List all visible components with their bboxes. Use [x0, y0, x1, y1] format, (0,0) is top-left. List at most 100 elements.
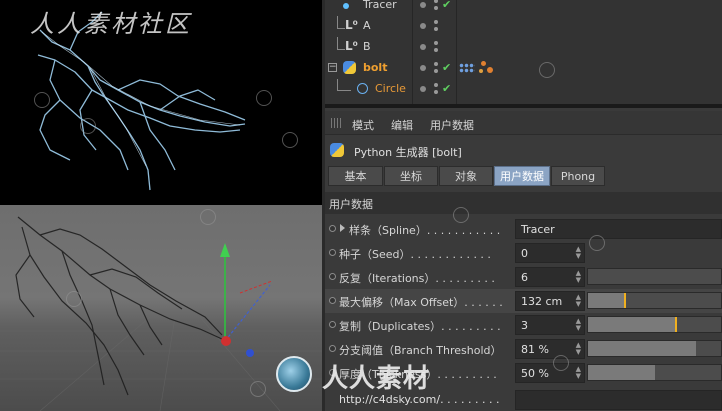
- max-offset-field[interactable]: 132 cm ▲ ▼: [515, 291, 585, 311]
- object-row-b[interactable]: L⁰ B: [325, 37, 722, 58]
- thickness-slider[interactable]: [587, 364, 722, 381]
- seed-value: 0: [521, 247, 528, 260]
- tab-object[interactable]: 对象: [439, 166, 493, 186]
- tracer-icon: [343, 3, 349, 9]
- branch-threshold-slider[interactable]: [587, 340, 722, 357]
- object-name[interactable]: B: [363, 40, 371, 53]
- watermark-stamp: [250, 381, 266, 397]
- attribute-menubar: 模式 编辑 用户数据: [325, 111, 722, 135]
- stepper-icon[interactable]: ▲ ▼: [576, 246, 581, 260]
- tab-user-data[interactable]: 用户数据: [494, 166, 550, 186]
- seed-field[interactable]: 0 ▲ ▼: [515, 243, 585, 263]
- render-dot[interactable]: [434, 83, 438, 87]
- stepper-icon[interactable]: ▲ ▼: [576, 318, 581, 332]
- object-manager: Tracer ✔ L⁰ A L⁰ B − bolt ✔ Circle ✔: [325, 0, 722, 104]
- object-title: Python 生成器 [bolt]: [325, 139, 722, 161]
- slider-handle[interactable]: [674, 317, 677, 332]
- object-name[interactable]: Tracer: [363, 0, 397, 11]
- url-field: [515, 390, 722, 410]
- render-dot[interactable]: [434, 0, 438, 3]
- watermark-logo-text: 人人素材: [322, 364, 431, 394]
- visibility-dot[interactable]: [420, 65, 426, 71]
- tab-bar: 基本 坐标 对象 用户数据 Phong: [325, 164, 722, 188]
- param-iterations: 反复（Iterations）. . . . . . . . . 6 ▲ ▼: [325, 265, 722, 289]
- visibility-dot[interactable]: [420, 44, 426, 50]
- param-label: 反复（Iterations）. . . . . . . . .: [339, 272, 495, 285]
- tag-dots-icon[interactable]: [459, 63, 475, 73]
- stepper-icon[interactable]: ▲ ▼: [576, 270, 581, 284]
- animate-dot-icon[interactable]: [329, 297, 336, 304]
- object-row-tracer[interactable]: Tracer ✔: [325, 0, 722, 16]
- animate-dot-icon[interactable]: [329, 345, 336, 352]
- render-dot[interactable]: [434, 41, 438, 45]
- enabled-check-icon[interactable]: ✔: [442, 0, 451, 11]
- enabled-check-icon[interactable]: ✔: [442, 82, 451, 95]
- menu-user-data[interactable]: 用户数据: [430, 117, 474, 133]
- tab-basic[interactable]: 基本: [328, 166, 383, 186]
- animate-dot-icon[interactable]: [329, 273, 336, 280]
- menu-edit[interactable]: 编辑: [391, 117, 413, 133]
- render-dot[interactable]: [434, 20, 438, 24]
- perspective-scene: [0, 216, 322, 411]
- object-name[interactable]: bolt: [363, 61, 387, 74]
- object-row-bolt[interactable]: − bolt ✔: [325, 58, 722, 79]
- duplicates-value: 3: [521, 319, 528, 332]
- render-dot[interactable]: [434, 62, 438, 66]
- param-label: 样条（Spline）. . . . . . . . . . .: [349, 224, 501, 237]
- slider-handle[interactable]: [624, 293, 627, 308]
- iterations-field[interactable]: 6 ▲ ▼: [515, 267, 585, 287]
- watermark-stamp: [200, 209, 216, 225]
- render-dot[interactable]: [434, 27, 438, 31]
- iterations-value: 6: [521, 271, 528, 284]
- max-offset-slider[interactable]: [587, 292, 722, 309]
- animate-dot-icon[interactable]: [329, 321, 336, 328]
- tag-particles-icon[interactable]: [479, 61, 495, 75]
- param-label: 复制（Duplicates）. . . . . . . . .: [339, 320, 501, 333]
- object-name[interactable]: Circle: [375, 82, 406, 95]
- expand-arrow-icon[interactable]: [340, 224, 345, 232]
- menu-mode[interactable]: 模式: [352, 117, 374, 133]
- viewport-render[interactable]: 人人素材社区: [0, 0, 322, 205]
- visibility-dot[interactable]: [420, 2, 426, 8]
- watermark-logo: 人人素材: [276, 356, 476, 396]
- render-dot[interactable]: [434, 6, 438, 10]
- stepper-icon[interactable]: ▲ ▼: [576, 342, 581, 356]
- branch-threshold-field[interactable]: 81 % ▲ ▼: [515, 339, 585, 359]
- visibility-dot[interactable]: [420, 86, 426, 92]
- watermark-stamp: [66, 291, 82, 307]
- collapse-icon[interactable]: −: [328, 63, 337, 72]
- spline-link-field[interactable]: Tracer: [515, 219, 722, 239]
- tree-line: [337, 90, 351, 91]
- section-title: 用户数据: [329, 198, 373, 211]
- section-header[interactable]: 用户数据: [325, 192, 722, 214]
- object-row-a[interactable]: L⁰ A: [325, 16, 722, 37]
- watermark-logo-icon: [276, 356, 312, 392]
- tree-line: [337, 79, 338, 90]
- slider-fill: [588, 317, 676, 332]
- tab-phong[interactable]: Phong: [551, 166, 605, 186]
- duplicates-slider[interactable]: [587, 316, 722, 333]
- viewport-perspective[interactable]: [0, 205, 322, 411]
- visibility-dot[interactable]: [420, 23, 426, 29]
- animate-dot-icon[interactable]: [329, 225, 336, 232]
- iterations-slider[interactable]: [587, 268, 722, 285]
- slider-fill: [588, 341, 696, 356]
- render-dot[interactable]: [434, 90, 438, 94]
- stepper-icon[interactable]: ▲ ▼: [576, 366, 581, 380]
- max-offset-value: 132 cm: [521, 295, 563, 308]
- render-dot[interactable]: [434, 48, 438, 52]
- watermark-stamp: [80, 118, 96, 134]
- param-max-offset: 最大偏移（Max Offset）. . . . . . 132 cm ▲ ▼: [325, 289, 722, 313]
- stepper-icon[interactable]: ▲ ▼: [576, 294, 581, 308]
- enabled-check-icon[interactable]: ✔: [442, 61, 451, 74]
- render-dot[interactable]: [434, 69, 438, 73]
- duplicates-field[interactable]: 3 ▲ ▼: [515, 315, 585, 335]
- param-duplicates: 复制（Duplicates）. . . . . . . . . 3 ▲ ▼: [325, 313, 722, 337]
- tab-coord[interactable]: 坐标: [384, 166, 438, 186]
- animate-dot-icon[interactable]: [329, 249, 336, 256]
- slider-fill: [588, 293, 626, 308]
- object-row-circle[interactable]: Circle ✔: [325, 79, 722, 100]
- grip-icon[interactable]: [331, 118, 341, 128]
- thickness-field[interactable]: 50 % ▲ ▼: [515, 363, 585, 383]
- object-name[interactable]: A: [363, 19, 371, 32]
